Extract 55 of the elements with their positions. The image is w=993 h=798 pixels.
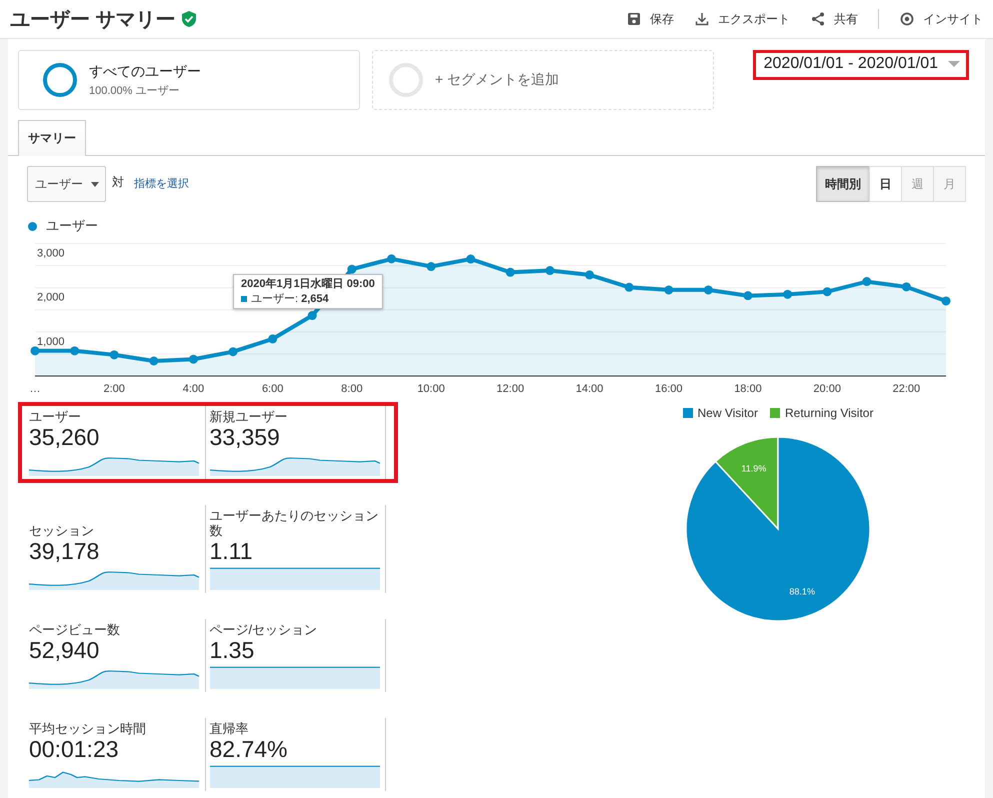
tooltip-value: ユーザー: 2,654 (251, 292, 329, 306)
segment-card[interactable]: すべてのユーザー 100.00% ユーザー (18, 50, 360, 110)
metric-dropdown[interactable]: ユーザー (27, 166, 106, 202)
save-button[interactable]: 保存 (626, 10, 674, 28)
slice-label: 88.1% (789, 586, 815, 597)
metric-label: 直帰率 (210, 721, 250, 736)
export-button[interactable]: エクスポート (694, 10, 790, 28)
y-tick-label: 1,000 (37, 336, 65, 348)
metric-value: 52,940 (29, 637, 100, 664)
metric-label: ユーザー (29, 409, 82, 424)
page-title: ユーザー サマリー (10, 8, 176, 32)
legend-label: New Visitor (698, 406, 758, 420)
slice-label: 11.9% (741, 463, 766, 474)
metric-value: 82.74% (210, 736, 289, 763)
metric-label: ユーザーあたりのセッション数 (210, 508, 380, 538)
x-tick-label: 4:00 (182, 383, 204, 395)
metric-label: 新規ユーザー (210, 409, 288, 424)
metric-value: 39,178 (29, 538, 100, 565)
x-tick-label: 18:00 (734, 383, 762, 395)
metric-label: 平均セッション時間 (29, 721, 147, 736)
x-tick-label: 14:00 (576, 383, 604, 395)
select-metric-link[interactable]: 指標を選択 (134, 176, 189, 191)
x-tick-label: 22:00 (892, 383, 920, 395)
x-tick-label: 2:00 (104, 383, 125, 395)
share-button[interactable]: 共有 (810, 10, 858, 28)
x-tick-label: 16:00 (654, 383, 682, 395)
x-tick-label: 8:00 (341, 383, 363, 395)
date-range-picker[interactable]: 2020/01/01 - 2020/01/01 (752, 50, 969, 80)
insight-button[interactable]: インサイト (899, 10, 983, 28)
metric-label: ページ/セッション (210, 622, 318, 637)
legend-label: ユーザー (46, 217, 98, 235)
metric-value: 00:01:23 (29, 736, 120, 763)
y-tick-label: 2,000 (37, 292, 65, 304)
x-tick-label: 12:00 (496, 383, 524, 395)
segment-title: + セグメントを追加 (435, 71, 560, 89)
granularity-button[interactable]: 日 (869, 166, 902, 202)
y-tick-label: 3,000 (37, 248, 65, 260)
tooltip-title: 2020年1月1日水曜日 09:00 (241, 277, 375, 291)
legend-label: Returning Visitor (784, 406, 874, 420)
metric-label: セッション (29, 523, 95, 538)
segment-title: すべてのユーザー (89, 62, 201, 80)
x-tick-label: … (30, 383, 40, 395)
add-segment-card[interactable]: + セグメントを追加 (372, 50, 714, 110)
metric-value: 35,260 (29, 424, 100, 451)
metric-value: 33,359 (210, 424, 281, 451)
x-tick-label: 10:00 (417, 383, 445, 395)
metric-value: 1.35 (210, 637, 256, 664)
metric-value: 1.11 (210, 538, 254, 565)
metric-label: ページビュー数 (29, 622, 121, 637)
segment-subtitle: 100.00% ユーザー (89, 84, 180, 98)
x-tick-label: 6:00 (262, 383, 284, 395)
x-tick-label: 20:00 (813, 383, 841, 395)
tab[interactable]: サマリー (18, 120, 86, 156)
granularity-button[interactable]: 時間別 (816, 166, 870, 202)
versus-label: 対 (112, 174, 124, 191)
